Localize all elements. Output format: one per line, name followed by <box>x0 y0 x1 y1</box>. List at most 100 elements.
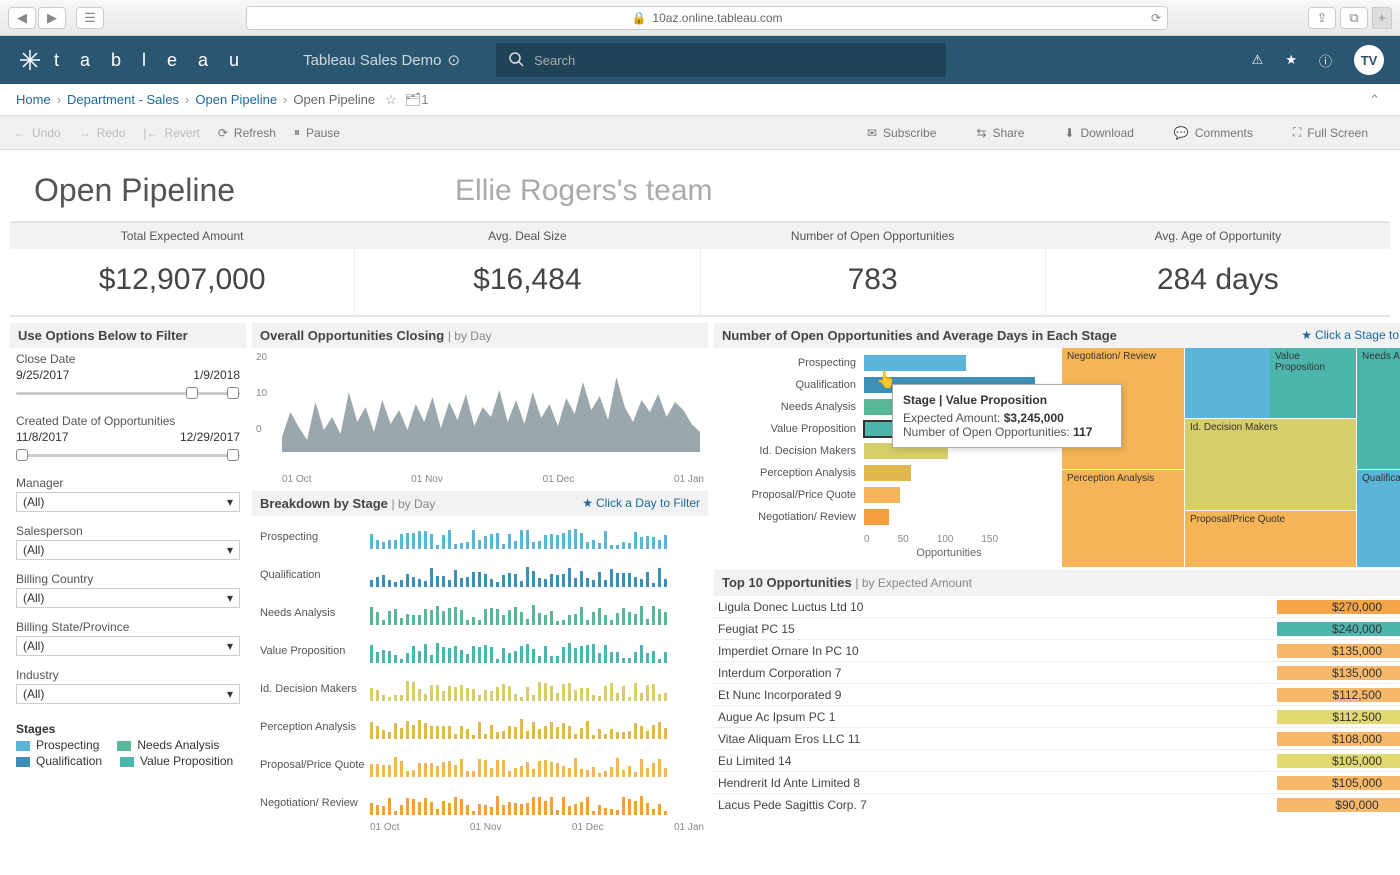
created-date-to: 12/29/2017 <box>180 430 240 444</box>
subscribe-button[interactable]: ✉Subscribe <box>867 125 936 140</box>
breakdown-row[interactable]: Value Proposition <box>260 632 700 670</box>
browser-sidebar-button[interactable]: ☰ <box>76 7 104 29</box>
redo-button[interactable]: →Redo <box>79 126 126 140</box>
chevron-down-icon: ▾ <box>227 495 233 509</box>
fullscreen-button[interactable]: ⛶Full Screen <box>1293 125 1368 140</box>
breakdown-hint[interactable]: ★Click a Day to Filter <box>582 496 700 510</box>
opportunity-row[interactable]: Ligula Donec Luctus Ltd 10 $270,000 <box>714 595 1400 617</box>
filter-dropdown[interactable]: (All)▾ <box>16 684 240 704</box>
dashboard: Open Pipeline Ellie Rogers's team Total … <box>0 150 1400 875</box>
kpi-label: Total Expected Amount <box>10 223 354 249</box>
views-icon[interactable]: 🗂1 <box>405 92 429 108</box>
opportunity-row[interactable]: Eu Limited 14 $105,000 <box>714 749 1400 771</box>
chevron-down-icon: ▾ <box>227 591 233 605</box>
info-icon[interactable]: ⓘ <box>1319 51 1332 70</box>
browser-chrome: ◀ ▶ ☰ 🔒 10az.online.tableau.com ⟳ ⇪ ⧉ + <box>0 0 1400 36</box>
alerts-icon[interactable]: ⚠ <box>1252 52 1264 68</box>
opportunity-row[interactable]: Hendrerit Id Ante Limited 8 $105,000 <box>714 771 1400 793</box>
user-avatar[interactable]: TV <box>1354 45 1384 75</box>
filter-dropdown[interactable]: (All)▾ <box>16 492 240 512</box>
breadcrumb-workbook[interactable]: Open Pipeline <box>195 92 277 107</box>
kpi-value: 783 <box>701 263 1045 297</box>
close-date-slider[interactable] <box>16 384 240 402</box>
undo-button[interactable]: ←Undo <box>14 126 61 140</box>
share-button[interactable]: ⇆Share <box>976 125 1024 140</box>
filter-dropdown[interactable]: (All)▾ <box>16 588 240 608</box>
tableau-header: t a b l e a u Tableau Sales Demo ⊙ Searc… <box>0 36 1400 84</box>
stage-bar-row[interactable]: Perception Analysis <box>722 462 1046 484</box>
stage-bar-row[interactable]: Proposal/Price Quote <box>722 484 1046 506</box>
breadcrumb-dept[interactable]: Department - Sales <box>67 92 179 107</box>
legend-prospecting[interactable]: Prospecting <box>16 738 99 752</box>
breakdown-row[interactable]: Proposal/Price Quote <box>260 746 700 784</box>
pause-button[interactable]: ⏸Pause <box>294 125 340 140</box>
team-subtitle: Ellie Rogers's team <box>455 174 713 208</box>
treemap-proposal-price-quote[interactable]: Proposal/Price Quote <box>1185 511 1356 567</box>
opportunity-row[interactable]: Interdum Corporation 7 $135,000 <box>714 661 1400 683</box>
favorites-icon[interactable]: ★ <box>1285 52 1297 68</box>
opportunity-row[interactable]: Lacus Pede Sagittis Corp. 7 $90,000 <box>714 793 1400 815</box>
filter-label: Salesperson <box>16 524 240 538</box>
breakdown-row[interactable]: Needs Analysis <box>260 594 700 632</box>
opportunity-row[interactable]: Et Nunc Incorporated 9 $112,500 <box>714 683 1400 705</box>
created-date-label: Created Date of Opportunities <box>16 414 240 428</box>
browser-forward-button[interactable]: ▶ <box>38 7 66 29</box>
chevron-down-icon: ▾ <box>227 687 233 701</box>
opportunity-row[interactable]: Imperdiet Ornare In PC 10 $135,000 <box>714 639 1400 661</box>
legend-needs-analysis[interactable]: Needs Analysis <box>117 738 219 752</box>
download-icon: ⬇ <box>1064 126 1074 140</box>
site-selector[interactable]: Tableau Sales Demo ⊙ <box>303 51 460 69</box>
opportunity-row[interactable]: Vitae Aliquam Eros LLC 11 $108,000 <box>714 727 1400 749</box>
stage-bar-row[interactable]: Negotiation/ Review <box>722 506 1046 528</box>
breakdown-row[interactable]: Perception Analysis <box>260 708 700 746</box>
browser-new-tab-button[interactable]: + <box>1372 7 1392 29</box>
filter-label: Industry <box>16 668 240 682</box>
collapse-icon[interactable]: ⌃ <box>1365 92 1384 108</box>
treemap-needs-analysis[interactable]: Needs Analysis <box>1357 348 1400 469</box>
reload-icon[interactable]: ⟳ <box>1151 11 1161 25</box>
search-input[interactable]: Search <box>496 43 946 77</box>
stage-treemap[interactable]: Negotiation/ Review Value Proposition Ne… <box>1062 348 1400 564</box>
chevron-down-icon: ▾ <box>227 639 233 653</box>
right-column: Number of Open Opportunities and Average… <box>714 323 1400 833</box>
breakdown-row[interactable]: Negotiation/ Review <box>260 784 700 822</box>
overall-area-chart[interactable]: 20100 <box>252 348 708 474</box>
page-title: Open Pipeline <box>34 172 235 209</box>
browser-back-button[interactable]: ◀ <box>8 7 36 29</box>
tableau-logo-icon <box>16 46 44 74</box>
filter-dropdown[interactable]: (All)▾ <box>16 636 240 656</box>
treemap-qualification[interactable]: Qualification <box>1357 470 1400 567</box>
filter-dropdown[interactable]: (All)▾ <box>16 540 240 560</box>
favorite-star-icon[interactable]: ☆ <box>385 92 397 108</box>
breakdown-row[interactable]: Prospecting <box>260 518 700 556</box>
breakdown-row[interactable]: Qualification <box>260 556 700 594</box>
kpi-card: Number of Open Opportunities 783 <box>701 223 1046 315</box>
revert-button[interactable]: |←Revert <box>143 126 199 140</box>
opportunity-row[interactable]: Augue Ac Ipsum PC 1 $112,500 <box>714 705 1400 727</box>
created-date-slider[interactable] <box>16 446 240 464</box>
refresh-button[interactable]: ⟳Refresh <box>218 126 276 140</box>
breakdown-row[interactable]: Id. Decision Makers <box>260 670 700 708</box>
breakdown-chart[interactable]: ProspectingQualificationNeeds AnalysisVa… <box>252 516 708 822</box>
opportunity-row[interactable]: Feugiat PC 15 $240,000 <box>714 617 1400 639</box>
legend-value-proposition[interactable]: Value Proposition <box>120 754 233 768</box>
browser-url-bar[interactable]: 🔒 10az.online.tableau.com ⟳ <box>246 6 1168 30</box>
share-icon: ⇆ <box>976 126 986 140</box>
legend-qualification[interactable]: Qualification <box>16 754 102 768</box>
breadcrumb-home[interactable]: Home <box>16 92 51 107</box>
breadcrumb-current: Open Pipeline <box>293 92 375 107</box>
download-button[interactable]: ⬇Download <box>1064 125 1133 140</box>
comments-button[interactable]: 💬Comments <box>1174 125 1253 140</box>
breakdown-title: Breakdown by Stage | by Day★Click a Day … <box>252 491 708 516</box>
stage-hint[interactable]: ★Click a Stage to Filter <box>1301 328 1400 342</box>
views-count: 1 <box>421 92 428 107</box>
kpi-value: $16,484 <box>355 263 699 297</box>
tableau-logo[interactable]: t a b l e a u <box>16 46 247 74</box>
treemap-perception-analysis[interactable]: Perception Analysis <box>1062 470 1184 567</box>
top-opportunities-list: Ligula Donec Luctus Ltd 10 $270,000 Feug… <box>714 595 1400 815</box>
stage-x-label: Opportunities <box>714 547 1054 559</box>
treemap-id-decision-makers[interactable]: Id. Decision Makers <box>1185 419 1356 510</box>
browser-tabs-button[interactable]: ⧉ <box>1340 7 1368 29</box>
browser-share-button[interactable]: ⇪ <box>1308 7 1336 29</box>
browser-url: 10az.online.tableau.com <box>652 11 782 25</box>
